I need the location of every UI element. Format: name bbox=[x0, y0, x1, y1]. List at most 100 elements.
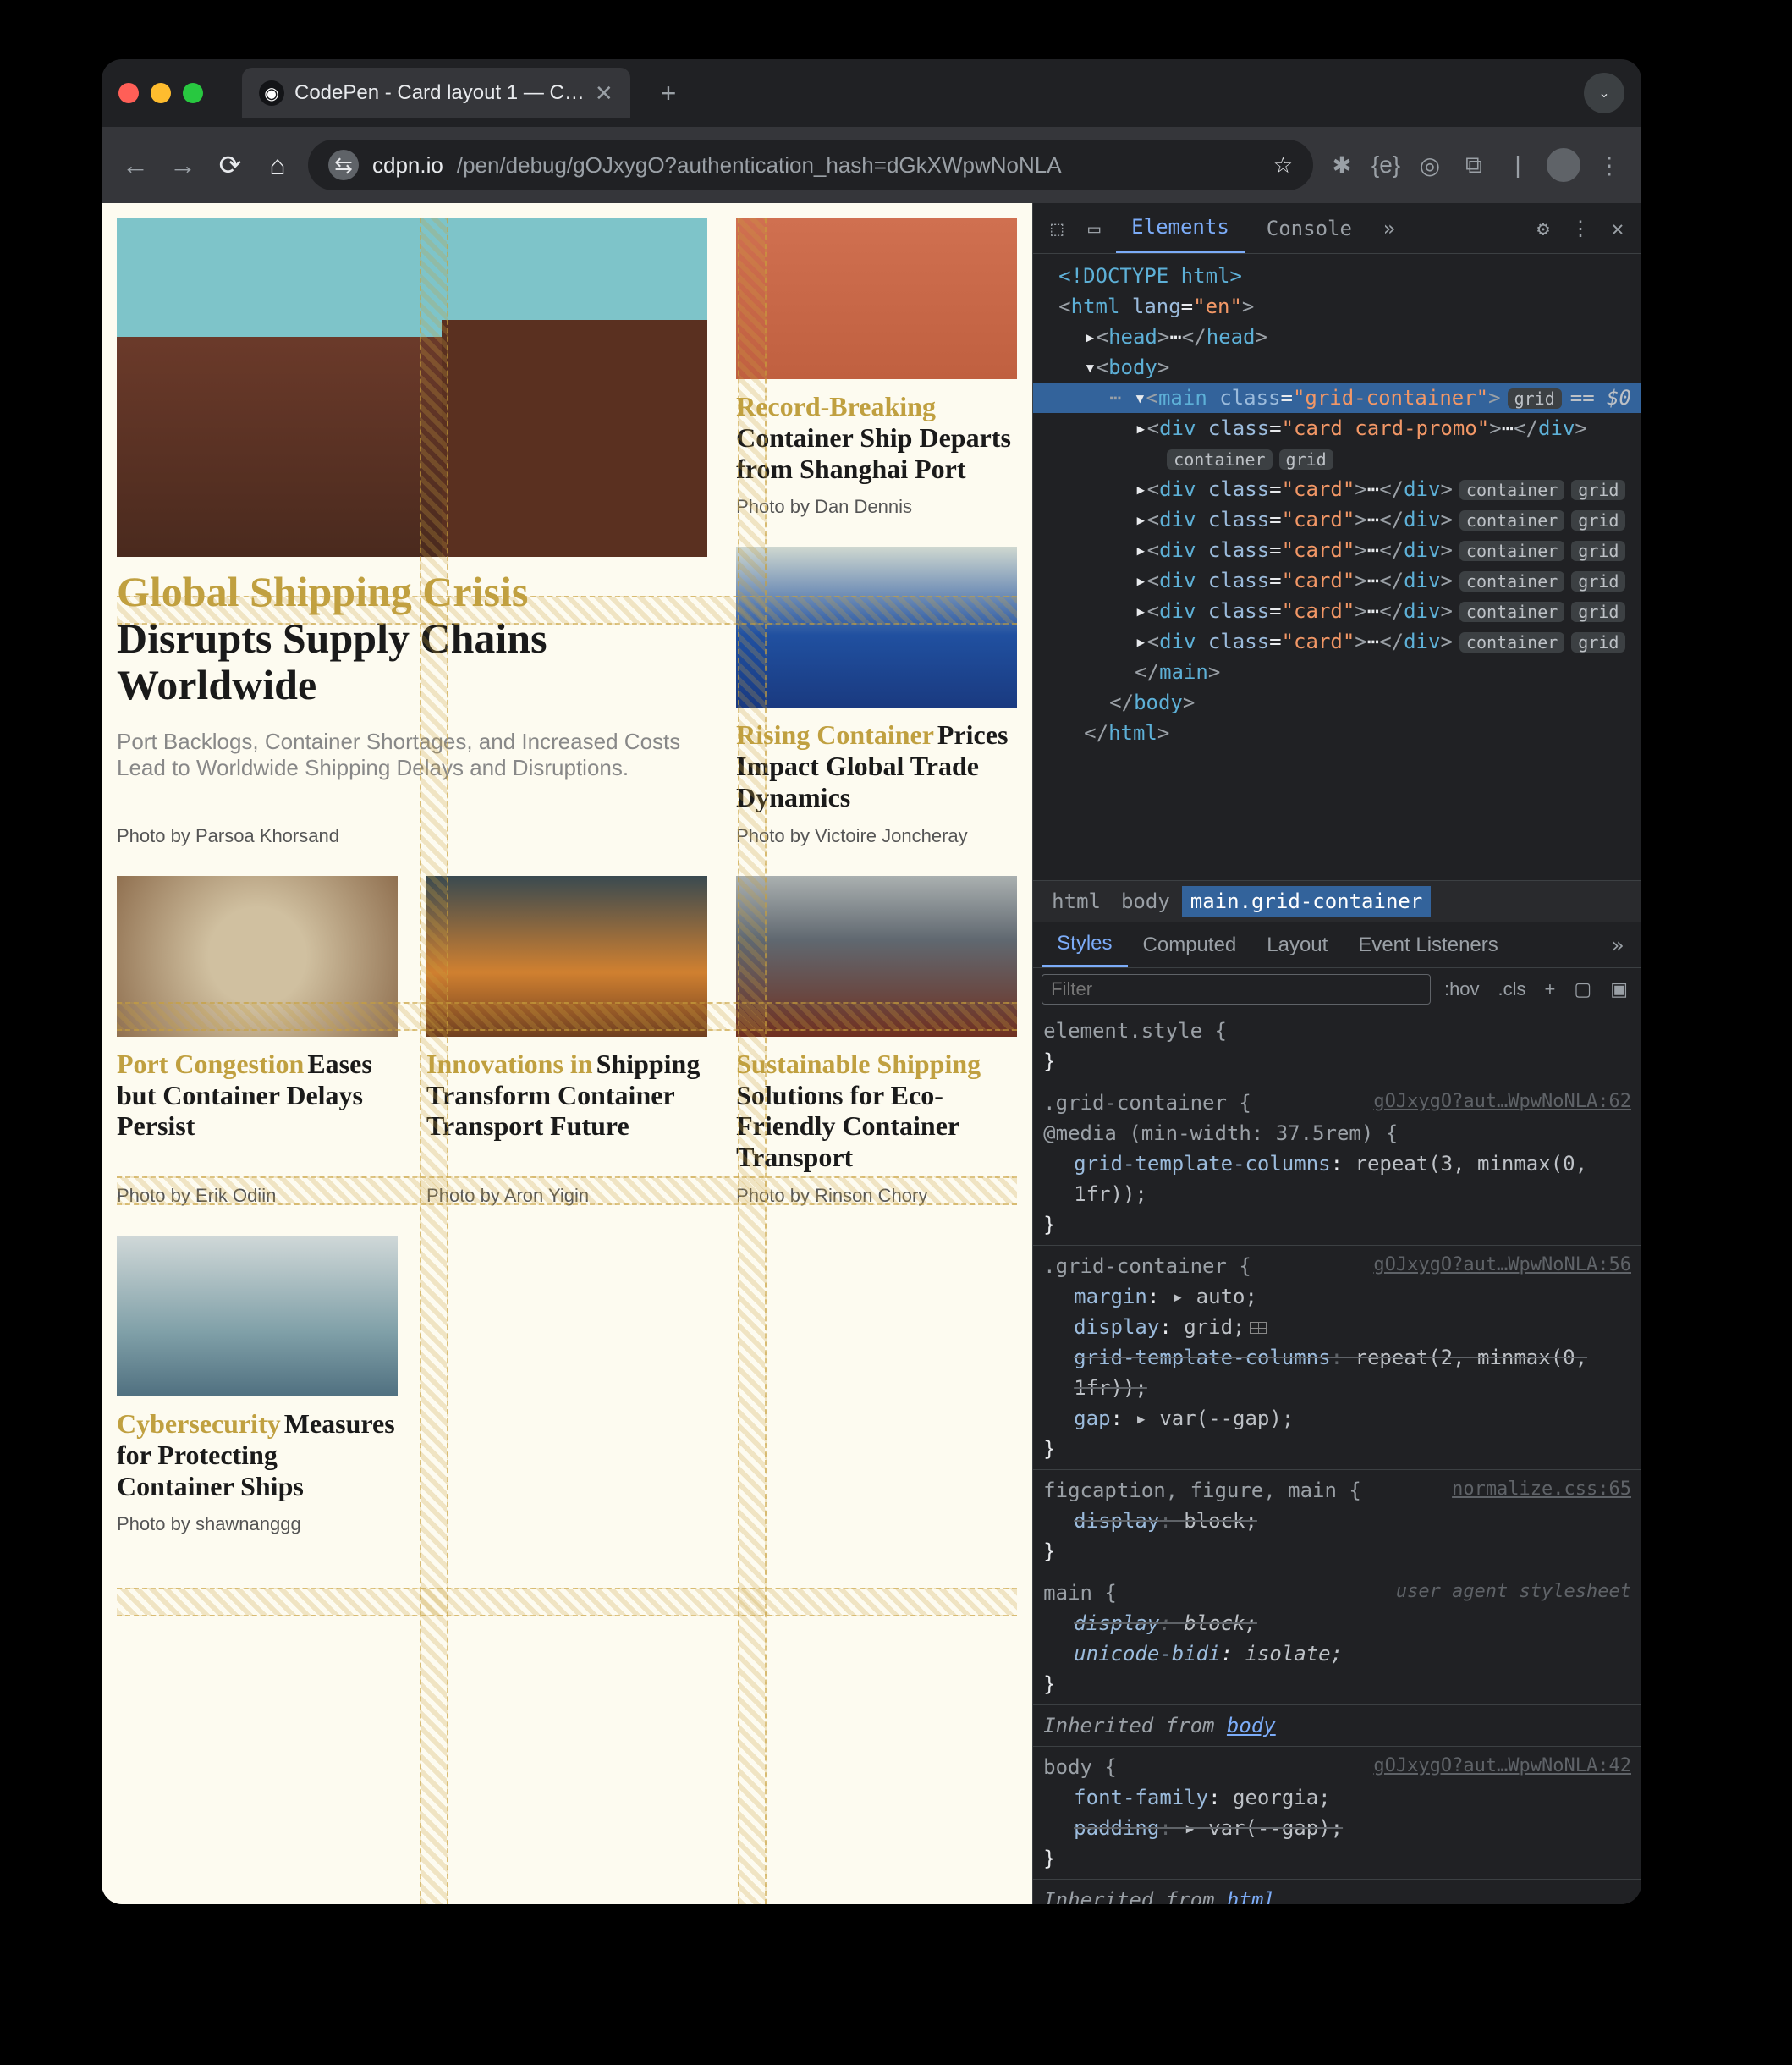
dom-node[interactable]: <!DOCTYPE html> bbox=[1033, 261, 1641, 291]
minimize-window-button[interactable] bbox=[151, 83, 171, 103]
dom-node[interactable]: ▸<div class="card card-promo">⋯</div> bbox=[1033, 413, 1641, 443]
dom-node[interactable]: ▸<div class="card">⋯</div>containergrid bbox=[1033, 596, 1641, 626]
site-info-icon[interactable]: ⇆ bbox=[328, 150, 359, 180]
bookmark-icon[interactable]: ☆ bbox=[1273, 152, 1293, 179]
cls-button[interactable]: .cls bbox=[1493, 978, 1531, 1000]
tab-styles[interactable]: Styles bbox=[1042, 922, 1127, 967]
more-tabs-icon[interactable]: » bbox=[1374, 217, 1404, 240]
inherited-link[interactable]: body bbox=[1227, 1714, 1276, 1737]
extension-icon[interactable]: ⧉ bbox=[1459, 150, 1489, 180]
dom-node[interactable]: ▸<div class="card">⋯</div>containergrid bbox=[1033, 535, 1641, 565]
inherited-link[interactable]: html bbox=[1227, 1888, 1276, 1904]
source-link[interactable]: gOJxygO?aut…WpwNoNLA:62 bbox=[1373, 1088, 1631, 1115]
maximize-window-button[interactable] bbox=[183, 83, 203, 103]
source-link[interactable]: gOJxygO?aut…WpwNoNLA:42 bbox=[1373, 1752, 1631, 1780]
source-link[interactable]: normalize.css:65 bbox=[1452, 1475, 1631, 1503]
promo-image bbox=[117, 218, 707, 557]
photo-credit: Photo by Parsoa Khorsand bbox=[117, 825, 707, 847]
css-rule-inherited[interactable]: Inherited from body bbox=[1033, 1705, 1641, 1747]
extension-icon[interactable]: ◎ bbox=[1415, 150, 1445, 180]
forward-button[interactable]: → bbox=[166, 150, 200, 181]
breadcrumb-item[interactable]: body bbox=[1113, 886, 1179, 917]
dom-node[interactable]: ▾<body> bbox=[1033, 352, 1641, 383]
dom-node[interactable]: <html lang="en"> bbox=[1033, 291, 1641, 322]
more-menu-icon[interactable]: ⋮ bbox=[1565, 217, 1596, 240]
card-image bbox=[736, 218, 1017, 379]
browser-window: ◉ CodePen - Card layout 1 — C… ✕ + ⌄ ← →… bbox=[102, 59, 1641, 1904]
photo-credit: Photo by Aron Yigin bbox=[426, 1185, 707, 1207]
dom-node[interactable]: ▸<div class="card">⋯</div>containergrid bbox=[1033, 474, 1641, 504]
css-rule[interactable]: gOJxygO?aut…WpwNoNLA:56 .grid-container … bbox=[1033, 1246, 1641, 1470]
close-devtools-icon[interactable]: ✕ bbox=[1602, 217, 1633, 240]
breadcrumb-item[interactable]: main.grid-container bbox=[1182, 886, 1432, 917]
devtools-tabs: ⬚ ▭ Elements Console » ⚙ ⋮ ✕ bbox=[1033, 203, 1641, 254]
card-title-accent: Port Congestion bbox=[117, 1049, 304, 1079]
dom-node[interactable]: </html> bbox=[1033, 718, 1641, 748]
reload-button[interactable]: ⟳ bbox=[213, 149, 247, 181]
photo-credit: Photo by Rinson Chory bbox=[736, 1185, 1017, 1207]
tab-console[interactable]: Console bbox=[1251, 203, 1367, 253]
breadcrumb-item[interactable]: html bbox=[1043, 886, 1109, 917]
dom-node[interactable]: </body> bbox=[1033, 687, 1641, 718]
css-rule[interactable]: user agent stylesheet main { display: bl… bbox=[1033, 1572, 1641, 1705]
card-title: Solutions for Eco-Friendly Container Tra… bbox=[736, 1080, 959, 1173]
tab-event-listeners[interactable]: Event Listeners bbox=[1343, 922, 1513, 967]
address-bar[interactable]: ⇆ cdpn.io/pen/debug/gOJxygO?authenticati… bbox=[308, 140, 1313, 190]
browser-toolbar: ← → ⟳ ⌂ ⇆ cdpn.io/pen/debug/gOJxygO?auth… bbox=[102, 127, 1641, 203]
browser-menu-icon[interactable]: ⋮ bbox=[1594, 150, 1624, 180]
browser-tab[interactable]: ◉ CodePen - Card layout 1 — C… ✕ bbox=[242, 68, 630, 118]
card-title-accent: Record-Breaking bbox=[736, 391, 936, 421]
url-domain: cdpn.io bbox=[372, 152, 443, 179]
css-rule[interactable]: element.style { } bbox=[1033, 1010, 1641, 1082]
extension-icon[interactable]: ✱ bbox=[1327, 150, 1357, 180]
grid-container: Global Shipping Crisis Disrupts Supply C… bbox=[102, 203, 1032, 1550]
card-image bbox=[736, 876, 1017, 1037]
inspect-icon[interactable]: ⬚ bbox=[1042, 217, 1072, 240]
dom-node[interactable]: ▸<div class="card">⋯</div>containergrid bbox=[1033, 626, 1641, 657]
device-toggle-icon[interactable]: ▭ bbox=[1079, 217, 1109, 240]
css-rule[interactable]: gOJxygO?aut…WpwNoNLA:42 body { font-fami… bbox=[1033, 1747, 1641, 1880]
dom-node[interactable]: ▸<div class="card">⋯</div>containergrid bbox=[1033, 504, 1641, 535]
back-button[interactable]: ← bbox=[118, 150, 152, 181]
tab-layout[interactable]: Layout bbox=[1251, 922, 1343, 967]
home-button[interactable]: ⌂ bbox=[261, 150, 294, 181]
styles-tabs: Styles Computed Layout Event Listeners » bbox=[1033, 922, 1641, 968]
css-rule[interactable]: gOJxygO?aut…WpwNoNLA:62 .grid-container … bbox=[1033, 1082, 1641, 1246]
more-tabs-icon[interactable]: » bbox=[1602, 933, 1633, 957]
grid-swatch-icon[interactable] bbox=[1250, 1322, 1267, 1334]
tab-computed[interactable]: Computed bbox=[1128, 922, 1252, 967]
computed-toggle-icon[interactable]: ▣ bbox=[1605, 978, 1633, 1000]
source-link[interactable]: gOJxygO?aut…WpwNoNLA:56 bbox=[1373, 1251, 1631, 1279]
traffic-lights bbox=[118, 83, 203, 103]
tab-dropdown-button[interactable]: ⌄ bbox=[1584, 73, 1624, 113]
close-tab-icon[interactable]: ✕ bbox=[595, 80, 613, 107]
dom-tree[interactable]: <!DOCTYPE html> <html lang="en"> ▸<head>… bbox=[1033, 254, 1641, 880]
photo-credit: Photo by Erik Odiin bbox=[117, 1185, 398, 1207]
tab-elements[interactable]: Elements bbox=[1116, 203, 1245, 253]
card: Cybersecurity Measures for Protecting Co… bbox=[117, 1236, 398, 1535]
close-window-button[interactable] bbox=[118, 83, 139, 103]
promo-subtitle: Port Backlogs, Container Shortages, and … bbox=[117, 729, 707, 781]
source-ua: user agent stylesheet bbox=[1396, 1578, 1631, 1605]
card-image bbox=[736, 547, 1017, 708]
sidebar-toggle-icon[interactable]: ▢ bbox=[1569, 978, 1597, 1000]
dom-node[interactable]: ▸<head>⋯</head> bbox=[1033, 322, 1641, 352]
settings-icon[interactable]: ⚙ bbox=[1528, 217, 1558, 240]
dom-node[interactable]: </main> bbox=[1033, 657, 1641, 687]
promo-title-accent: Global Shipping Crisis bbox=[117, 569, 707, 615]
styles-pane[interactable]: element.style { } gOJxygO?aut…WpwNoNLA:6… bbox=[1033, 1010, 1641, 1904]
css-rule[interactable]: normalize.css:65 figcaption, figure, mai… bbox=[1033, 1470, 1641, 1572]
url-path: /pen/debug/gOJxygO?authentication_hash=d… bbox=[457, 152, 1062, 179]
dom-node-selected[interactable]: ⋯ ▾<main class="grid-container">grid== $… bbox=[1033, 383, 1641, 413]
card-title: Container Ship Departs from Shanghai Por… bbox=[736, 422, 1011, 484]
profile-avatar[interactable] bbox=[1547, 148, 1580, 182]
css-rule-inherited[interactable]: Inherited from html bbox=[1033, 1880, 1641, 1904]
extension-icon[interactable]: {e} bbox=[1371, 150, 1401, 180]
dom-node[interactable]: ▸<div class="card">⋯</div>containergrid bbox=[1033, 565, 1641, 596]
hov-button[interactable]: :hov bbox=[1439, 978, 1485, 1000]
new-tab-button[interactable]: + bbox=[661, 78, 677, 109]
styles-filter-input[interactable] bbox=[1042, 974, 1431, 1005]
new-rule-button[interactable]: + bbox=[1540, 978, 1561, 1000]
card-title-accent: Cybersecurity bbox=[117, 1408, 281, 1439]
card: Innovations in Shipping Transform Contai… bbox=[426, 876, 707, 1207]
